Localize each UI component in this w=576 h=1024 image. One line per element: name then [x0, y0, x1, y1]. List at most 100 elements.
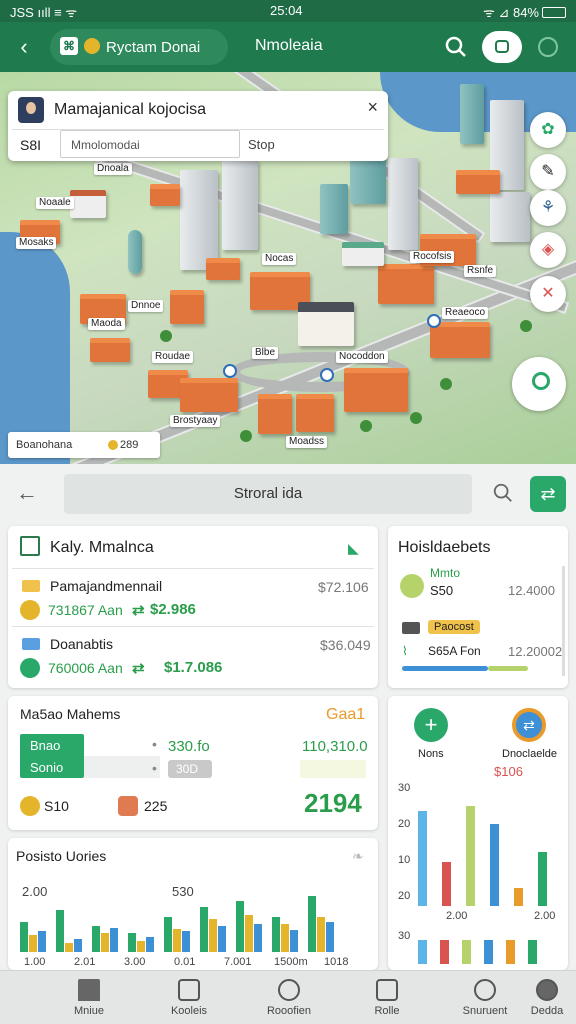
- nav-tools[interactable]: Kooleis: [144, 979, 234, 1017]
- chart-x-label: 2.00: [446, 910, 468, 922]
- building: [342, 242, 384, 266]
- add-button[interactable]: +: [414, 708, 448, 742]
- flag-icon[interactable]: ◣: [348, 540, 359, 557]
- search-input[interactable]: Stroral ida: [64, 474, 472, 514]
- action-label: Nons: [418, 748, 444, 760]
- map-pin[interactable]: [223, 364, 237, 378]
- route-icon[interactable]: ⚘: [530, 190, 566, 226]
- metric-row-label: Bnao: [30, 738, 61, 753]
- building: [490, 192, 530, 242]
- tree: [410, 412, 422, 424]
- layers-icon[interactable]: ✿: [530, 112, 566, 148]
- chart-x-label: 2.00: [534, 910, 556, 922]
- settings-icon[interactable]: [538, 37, 558, 57]
- page-title: Nmoleaia: [255, 37, 323, 54]
- tree: [520, 320, 532, 332]
- destination-input[interactable]: Mmolomodai: [60, 130, 240, 158]
- location-pill[interactable]: ⌘ Ryctam Donai: [50, 29, 228, 65]
- chart-bar: [281, 924, 289, 952]
- building: [456, 170, 500, 194]
- status-left: JSS ııll ≡ ᯤ: [10, 5, 78, 20]
- chart-annotation: 530: [172, 884, 194, 899]
- kpi-row-sub: 760006 Aan: [48, 660, 123, 676]
- chart-bar: [290, 929, 298, 952]
- chart-y-label: 30: [398, 782, 411, 794]
- tag-icon[interactable]: ◈: [530, 232, 566, 268]
- tag-icon: [118, 796, 138, 816]
- chart-bar: [218, 925, 226, 952]
- nav-profile[interactable]: Dedda: [502, 979, 576, 1017]
- ledger-icon: [20, 536, 40, 556]
- chart-bar: [110, 927, 118, 952]
- locate-button[interactable]: [512, 357, 566, 411]
- map-label: Rsnfe: [464, 265, 497, 277]
- map-label: Nocas: [262, 253, 297, 265]
- building: [320, 184, 348, 234]
- kpi-row-label: Doanabtis: [50, 636, 114, 652]
- building: [298, 302, 354, 346]
- chart-annotation: 2.00: [22, 884, 48, 899]
- river: [0, 232, 70, 464]
- holdings-card: Hoisldaebets Mmto S50 12.4000 Paocost ⌇ …: [388, 526, 568, 688]
- place-code: S8I: [20, 137, 42, 153]
- progress-bar: [402, 666, 488, 671]
- cross-icon[interactable]: ✕: [530, 276, 566, 312]
- map-view[interactable]: Dnoala Noaale Mosaks Maoda Roudae Nocas …: [0, 72, 576, 464]
- search-icon[interactable]: [444, 35, 468, 59]
- chart-tick-label: 3.00: [124, 956, 146, 968]
- kpi-row-delta: $2.986: [150, 601, 196, 618]
- scrollbar[interactable]: [562, 566, 565, 676]
- back-icon[interactable]: ‹: [10, 33, 38, 61]
- map-pin[interactable]: [320, 368, 334, 382]
- search-icon[interactable]: [492, 482, 514, 504]
- chart-bar: [254, 924, 262, 952]
- avatar: [18, 97, 44, 123]
- building: [180, 170, 218, 270]
- transfer-button[interactable]: ⇄: [512, 708, 546, 742]
- building: [430, 322, 490, 358]
- progress-bar-rest: [488, 666, 528, 671]
- building: [206, 258, 240, 280]
- chart-bar: [272, 916, 280, 952]
- dot-icon: •: [152, 736, 157, 752]
- tree: [440, 378, 452, 390]
- chart-tick-label: 0.01: [174, 956, 196, 968]
- chart-bar: [65, 942, 73, 952]
- support-icon: [474, 979, 496, 1001]
- nav-list[interactable]: Rolle: [342, 979, 432, 1017]
- building: [90, 338, 130, 362]
- battery-icon: [542, 7, 566, 18]
- building: [70, 190, 106, 218]
- metric-coin-value: S10: [44, 798, 69, 814]
- list-icon: [376, 979, 398, 1001]
- chart-bar: [74, 938, 82, 952]
- map-label: Reaeoco: [442, 307, 489, 319]
- stop-button[interactable]: Stop: [248, 137, 275, 152]
- divider: [12, 568, 374, 569]
- nav-compass[interactable]: Rooofien: [244, 979, 334, 1017]
- divider: [12, 626, 374, 627]
- place-card: Mamajanical kojocisa × S8I Mmolomodai St…: [8, 91, 388, 161]
- chat-button[interactable]: [482, 31, 522, 63]
- map-icon: ⌘: [60, 37, 78, 55]
- shuffle-button[interactable]: ⇄: [530, 476, 566, 512]
- coin-icon: [20, 796, 40, 816]
- close-icon[interactable]: ×: [367, 97, 378, 118]
- back-arrow-icon[interactable]: ←: [16, 480, 38, 506]
- tree: [240, 430, 252, 442]
- map-pin[interactable]: [427, 314, 441, 328]
- kpi-row-amount: $72.106: [318, 579, 369, 595]
- chat-icon: [495, 40, 509, 53]
- pencil-icon[interactable]: ✎: [530, 154, 566, 190]
- chart-bar: [245, 914, 253, 952]
- map-label: Nocoddon: [336, 351, 388, 363]
- place-card-title: Mamajanical kojocisa: [54, 101, 207, 118]
- compass-icon: [278, 979, 300, 1001]
- metric-right-value: 110,310.0: [302, 738, 368, 755]
- nav-home[interactable]: Mniue: [44, 979, 134, 1017]
- chart-bar: [440, 940, 449, 964]
- legend-text: Boanohana: [16, 439, 73, 451]
- metric-row-label: Sonio: [30, 760, 64, 775]
- building: [170, 290, 204, 324]
- coin-icon: [20, 658, 40, 678]
